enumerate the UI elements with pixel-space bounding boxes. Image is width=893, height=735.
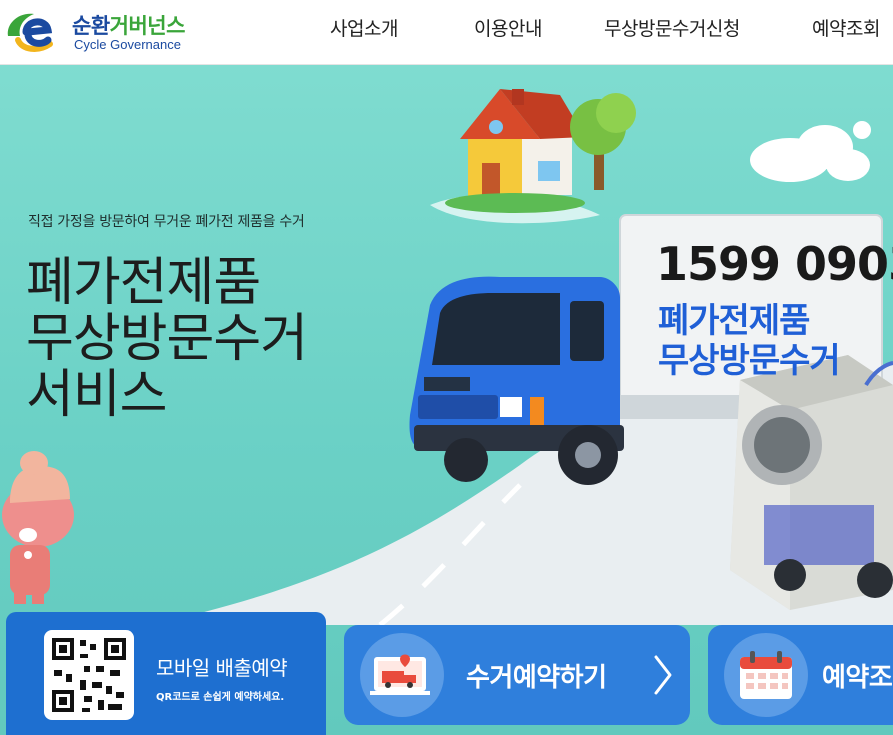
truck-phone-number: 1599 0903 [656, 237, 893, 291]
reservation-check-button[interactable]: 예약조회 [708, 625, 893, 725]
calendar-icon [740, 651, 792, 699]
logo-title-part1: 순환 [72, 14, 110, 38]
site-header: 순환거버넌스 Cycle Governance 사업소개 이용안내 무상방문수거… [0, 0, 893, 65]
collection-reservation-button[interactable]: 수거예약하기 [344, 625, 690, 725]
house-icon [445, 89, 585, 213]
hero-title-line: 폐가전제품 [26, 253, 261, 313]
mascot-icon [2, 451, 74, 604]
collection-reservation-label: 수거예약하기 [466, 663, 607, 693]
mobile-reservation-desc: QR코드로 손쉽게 예약하세요. [156, 692, 285, 703]
hero-subtitle: 직접 가정을 방문하여 무거운 폐가전 제품을 수거 [28, 214, 305, 230]
mobile-reservation-card[interactable]: 모바일 배출예약 QR코드로 손쉽게 예약하세요. [6, 612, 326, 735]
truck-text-line2: 무상방문수거 [658, 341, 841, 381]
tree-icon [570, 93, 636, 190]
mobile-reservation-title: 모바일 배출예약 [156, 656, 288, 680]
hero-title: 폐가전제품 무상방문수거 서비스 [26, 255, 386, 423]
logo-title: 순환거버넌스 [72, 10, 185, 40]
reservation-check-label: 예약조회 [822, 663, 893, 693]
cloud-icon [750, 121, 871, 182]
logo-title-part2: 거버넌스 [109, 14, 186, 38]
logo-e-icon [7, 13, 53, 52]
hero-title-line: 서비스 [26, 365, 168, 425]
hero-title-line: 무상방문수거 [26, 309, 308, 369]
nav-item-reservation-check[interactable]: 예약조회 [812, 14, 880, 41]
nav-item-guide[interactable]: 이용안내 [474, 14, 542, 41]
delivery-truck-icon [370, 654, 430, 695]
logo-subtitle: Cycle Governance [74, 37, 181, 52]
chevron-right-icon [654, 655, 672, 695]
nav-item-about[interactable]: 사업소개 [330, 14, 398, 41]
site-logo[interactable]: 순환거버넌스 Cycle Governance [4, 6, 224, 58]
washing-machine-icon [730, 355, 893, 610]
qr-code-icon [44, 630, 134, 720]
nav-item-apply[interactable]: 무상방문수거신청 [604, 14, 740, 41]
